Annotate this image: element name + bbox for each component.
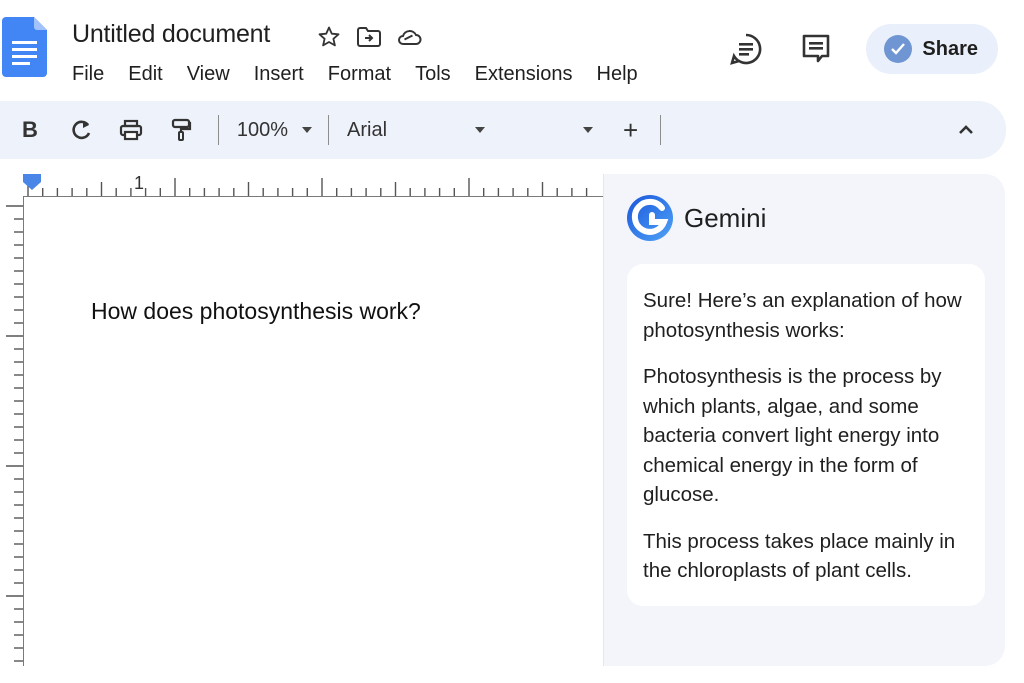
comment-history-icon[interactable]	[726, 29, 766, 69]
header-actions: Share	[726, 24, 998, 74]
chevron-down-icon[interactable]	[583, 127, 594, 133]
response-paragraph: Sure! Here’s an explanation of how photo…	[643, 289, 962, 342]
document-canvas[interactable]	[0, 172, 603, 667]
menu-format[interactable]: Format	[328, 63, 391, 86]
chevron-down-icon	[302, 127, 313, 133]
comments-icon[interactable]	[796, 29, 836, 69]
formatting-toolbar: B 100% Arial +	[0, 101, 1006, 159]
toolbar-divider	[328, 115, 330, 145]
menu-extensions[interactable]: Extensions	[475, 63, 573, 86]
document-body-text[interactable]: How does photosynthesis work?	[91, 298, 421, 325]
paint-format-icon[interactable]	[168, 117, 194, 143]
menu-bar: File Edit View Insert Format Tols Extens…	[72, 63, 662, 86]
gemini-side-panel: Gemini Sure! Here’s an explanation of ho…	[603, 174, 1005, 666]
cloud-saved-icon[interactable]	[396, 24, 422, 50]
check-icon	[884, 35, 913, 63]
share-button[interactable]: Share	[866, 24, 998, 74]
docs-logo-icon[interactable]	[2, 17, 47, 77]
plus-icon[interactable]: +	[623, 117, 638, 143]
ruler-number: 1	[134, 173, 145, 193]
page-top-edge	[23, 196, 603, 197]
chevron-down-icon[interactable]	[475, 127, 486, 133]
zoom-select[interactable]: 100%	[236, 118, 313, 142]
page-left-edge	[23, 196, 24, 666]
response-paragraph: This process takes place mainly in the c…	[643, 529, 956, 583]
menu-help[interactable]: Help	[597, 63, 638, 86]
menu-insert[interactable]: Insert	[254, 63, 304, 86]
toolbar-divider	[217, 115, 219, 145]
move-folder-icon[interactable]	[356, 24, 382, 50]
toolbar-divider	[660, 115, 662, 145]
zoom-value: 100%	[236, 118, 289, 141]
gemini-response-card: Sure! Here’s an explanation of how photo…	[627, 264, 985, 606]
horizontal-ruler[interactable]	[0, 172, 603, 198]
share-label: Share	[922, 37, 978, 60]
chevron-up-icon[interactable]	[956, 120, 976, 140]
title-actions	[316, 24, 422, 50]
font-select[interactable]: Arial	[347, 119, 475, 142]
response-paragraph: Photosynthesis is the process by which p…	[643, 365, 942, 506]
print-icon[interactable]	[118, 117, 144, 143]
vertical-ruler[interactable]	[0, 196, 24, 666]
bold-button[interactable]: B	[22, 117, 38, 143]
star-icon[interactable]	[316, 24, 342, 50]
document-title[interactable]: Untitled document	[72, 20, 270, 49]
gemini-header: Gemini	[626, 194, 766, 242]
menu-tools[interactable]: Tols	[415, 63, 451, 86]
indent-marker-icon[interactable]	[22, 173, 42, 191]
undo-icon[interactable]	[68, 117, 94, 143]
gemini-logo-icon	[627, 195, 673, 241]
gemini-title: Gemini	[684, 202, 767, 233]
menu-edit[interactable]: Edit	[128, 63, 162, 86]
menu-file[interactable]: File	[72, 63, 104, 86]
menu-view[interactable]: View	[187, 63, 230, 86]
